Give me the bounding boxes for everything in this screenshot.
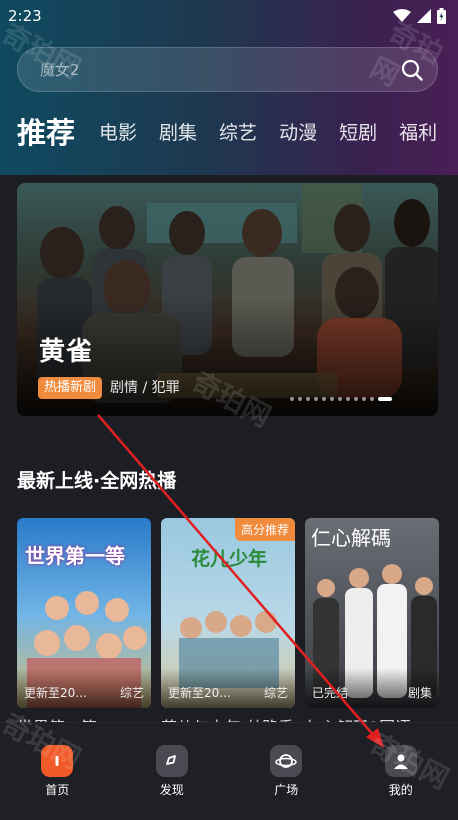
featured-banner[interactable]: 黄雀 热播新剧 剧情 / 犯罪 — [17, 183, 438, 416]
nav-mine-label: 我的 — [388, 783, 413, 797]
poster-title: 仁心解碼 — [311, 526, 391, 550]
tab-series[interactable]: 剧集 — [159, 118, 197, 145]
video-card[interactable]: 花儿少年 高分推荐 更新至20... 综艺 — [161, 518, 295, 708]
carousel-dot[interactable] — [354, 397, 358, 401]
nav-home-label: 首页 — [45, 783, 70, 797]
bottom-nav: 首页 发现 广场 我的 — [0, 722, 458, 820]
card-category: 综艺 — [119, 686, 144, 700]
search-input[interactable]: 魔女2 — [40, 59, 401, 80]
battery-icon — [437, 8, 446, 24]
user-icon — [384, 745, 417, 777]
carousel-dot[interactable] — [370, 397, 374, 401]
carousel-dots[interactable] — [290, 397, 392, 401]
signal-icon — [417, 9, 431, 23]
carousel-dot[interactable] — [330, 397, 334, 401]
nav-square[interactable]: 广场 — [246, 745, 326, 820]
search-bar[interactable]: 魔女2 — [17, 47, 438, 92]
carousel-dot[interactable] — [346, 397, 350, 401]
status-icons — [393, 8, 446, 24]
planet-icon — [270, 745, 303, 777]
tab-variety[interactable]: 综艺 — [219, 118, 257, 145]
status-bar: 2:23 — [0, 0, 458, 32]
nav-mine[interactable]: 我的 — [361, 745, 441, 820]
tab-movie[interactable]: 电影 — [99, 118, 137, 145]
carousel-dot[interactable] — [314, 397, 318, 401]
card-row: 世界第一等 更新至20... 综艺 世界第一等 花儿少年 高分推荐 更新至20.… — [17, 518, 458, 723]
carousel-dot[interactable] — [306, 397, 310, 401]
section-title: 最新上线·全网热播 — [17, 470, 177, 492]
video-card[interactable]: 仁心解碼 已完结 剧集 — [305, 518, 439, 708]
tab-welfare[interactable]: 福利 — [399, 118, 437, 145]
nav-discover[interactable]: 发现 — [132, 745, 212, 820]
card-category: 综艺 — [263, 686, 288, 700]
tab-short-drama[interactable]: 短剧 — [339, 118, 377, 145]
carousel-dot[interactable] — [290, 397, 294, 401]
carousel-dot[interactable] — [298, 397, 302, 401]
tab-anime[interactable]: 动漫 — [279, 118, 317, 145]
carousel-dot[interactable] — [378, 397, 392, 401]
carousel-dot[interactable] — [322, 397, 326, 401]
status-time: 2:23 — [8, 7, 42, 25]
banner-genre: 剧情 / 犯罪 — [110, 380, 180, 396]
banner-title: 黄雀 — [39, 337, 94, 367]
category-tabs: 推荐 电影 剧集 综艺 动漫 短剧 福利 — [17, 108, 458, 154]
search-icon[interactable] — [401, 59, 423, 81]
poster-title: 花儿少年 — [191, 548, 268, 570]
tab-recommend[interactable]: 推荐 — [17, 110, 75, 152]
carousel-dot[interactable] — [338, 397, 342, 401]
card-update: 更新至20... — [24, 686, 87, 700]
nav-discover-label: 发现 — [159, 783, 184, 797]
card-update: 更新至20... — [168, 686, 231, 700]
nav-home[interactable]: 首页 — [17, 745, 97, 820]
wifi-icon — [393, 9, 411, 22]
card-update: 已完结 — [312, 686, 349, 700]
nav-square-label: 广场 — [274, 783, 299, 797]
compass-icon — [155, 745, 188, 777]
card-category: 剧集 — [407, 686, 432, 700]
banner-badge: 热播新剧 — [38, 377, 103, 399]
home-icon — [41, 745, 74, 777]
video-card[interactable]: 世界第一等 更新至20... 综艺 — [17, 518, 151, 708]
card-badge: 高分推荐 — [234, 518, 295, 541]
poster-title: 世界第一等 — [25, 544, 125, 568]
carousel-dot[interactable] — [362, 397, 366, 401]
